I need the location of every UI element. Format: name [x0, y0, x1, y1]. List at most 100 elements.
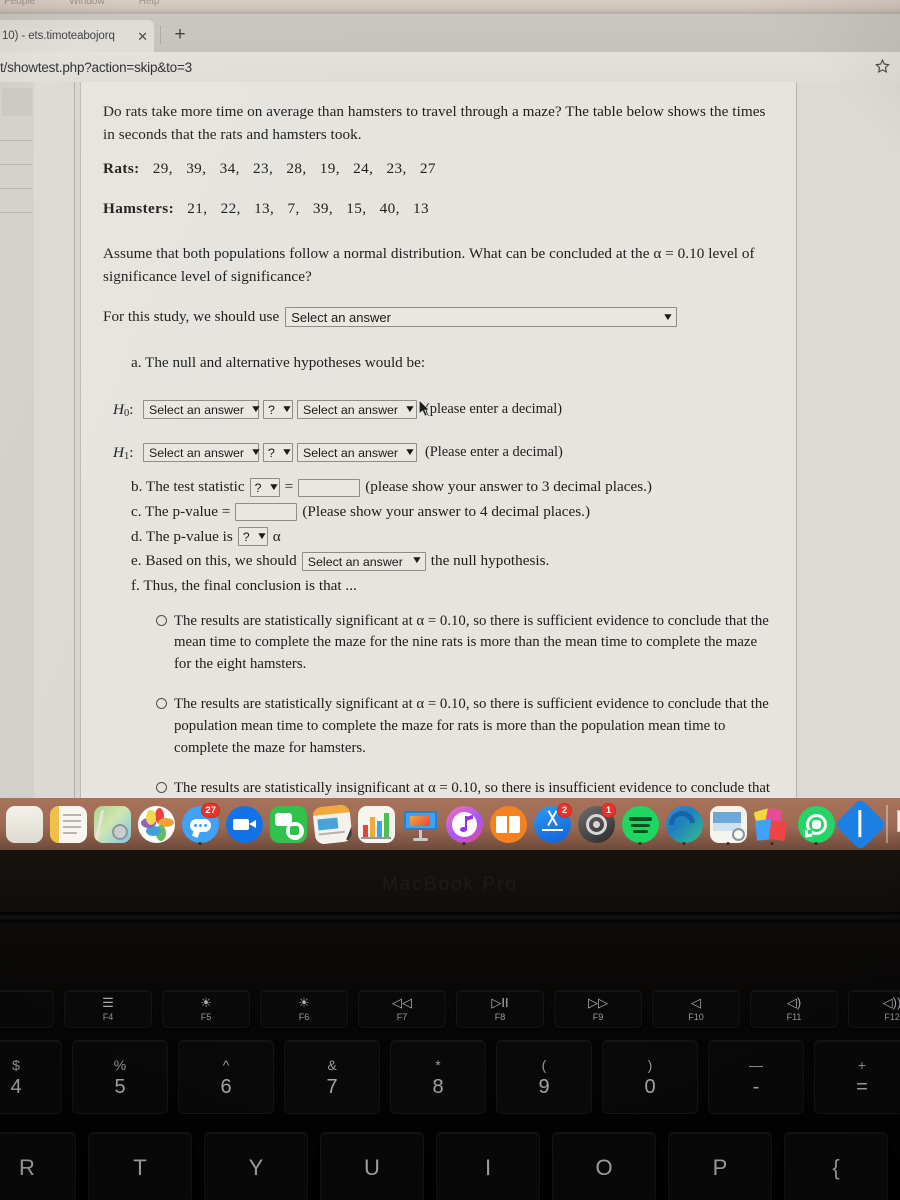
app-store-icon[interactable]: 2 [530, 802, 574, 846]
system-preferences-icon[interactable]: 1 [574, 802, 618, 846]
chevron-down-icon: ▼ [280, 447, 294, 459]
facetime-icon[interactable] [222, 802, 266, 846]
key-shift-label: * [435, 1056, 441, 1073]
laptop-hinge [0, 912, 900, 922]
dock-divider [886, 805, 888, 843]
part-f-line: f. Thus, the final conclusion is that ..… [131, 574, 774, 599]
spotify-icon[interactable] [618, 802, 662, 846]
key-label: F5 [200, 1012, 212, 1022]
h1-value-text: Select an answer [303, 445, 399, 460]
key-label: 9 [538, 1075, 550, 1098]
play-pause-key[interactable]: ▷II F8 [456, 990, 544, 1028]
maps-icon[interactable] [90, 802, 134, 846]
p-value-comparison-select[interactable]: ? ▼ [237, 527, 268, 547]
pages-icon[interactable] [310, 802, 354, 846]
p-value-input[interactable] [235, 503, 298, 522]
notes-icon[interactable] [46, 802, 90, 846]
photos-library-icon[interactable] [750, 802, 794, 846]
key-shift-label: + [857, 1056, 867, 1073]
h0-operator-value: ? [268, 402, 275, 417]
bluetooth-icon[interactable] [833, 797, 887, 851]
test-statistic-input[interactable] [298, 478, 361, 497]
function-key-row: ☰ F4 ☀ F5 ☀ F6 ◁◁ F7 ▷II F8 ▷▷ F9 ◁ F10 … [0, 990, 900, 1028]
h0-parameter-select[interactable]: Select an answer ▼ [143, 400, 263, 420]
itunes-icon[interactable] [442, 802, 486, 846]
rewind-icon: ◁◁ [392, 995, 412, 1010]
key-p[interactable]: P [668, 1132, 772, 1200]
key-0[interactable]: ) 0 [602, 1040, 698, 1114]
volume-up-key[interactable]: ◁)) F12 [848, 990, 900, 1028]
finder-icon[interactable] [2, 802, 46, 846]
h1-operator-select[interactable]: ? ▼ [263, 443, 294, 463]
key-4[interactable]: $ 4 [0, 1040, 62, 1114]
radio-button-icon[interactable] [156, 698, 167, 710]
part-d-prefix: d. The p-value is [131, 527, 233, 545]
h1-value-select[interactable]: Select an answer ▼ [297, 443, 417, 463]
key-5[interactable]: % 5 [72, 1040, 168, 1114]
chevron-down-icon: ▼ [280, 404, 294, 416]
key-shift-label: — [749, 1056, 763, 1073]
key-label: = [856, 1075, 868, 1098]
key-7[interactable]: & 7 [284, 1040, 380, 1114]
key-o[interactable]: O [552, 1132, 656, 1200]
books-icon[interactable] [486, 802, 530, 846]
key-label: F8 [494, 1012, 506, 1022]
macbook-pro-label: MacBook Pro [381, 874, 519, 895]
steps-group: b. The test statistic ? ▼ = (please show… [131, 475, 774, 598]
keyboard-brightness-up-key[interactable]: ☀ F6 [260, 990, 348, 1028]
fast-forward-icon: ▷▷ [588, 995, 608, 1010]
mute-icon: ◁ [691, 995, 701, 1010]
part-e-line: e. Based on this, we should Select an an… [131, 549, 774, 574]
h1-parameter-value: Select an answer [149, 445, 245, 460]
rewind-key[interactable]: ◁◁ F7 [358, 990, 446, 1028]
whatsapp-icon[interactable] [794, 802, 838, 846]
key-i[interactable]: I [436, 1132, 540, 1200]
photos-icon[interactable] [134, 802, 178, 846]
key-8[interactable]: * 8 [390, 1040, 486, 1114]
function-key-partial[interactable] [0, 990, 54, 1028]
key-y[interactable]: Y [204, 1132, 308, 1200]
launchpad-key[interactable]: ☰ F4 [64, 990, 152, 1028]
chevron-down-icon: ▼ [403, 447, 417, 459]
messages-icon[interactable]: 27 [178, 802, 222, 846]
conclusion-option[interactable]: The results are statistically significan… [156, 694, 774, 760]
microsoft-edge-icon[interactable] [662, 802, 706, 846]
fast-forward-key[interactable]: ▷▷ F9 [554, 990, 642, 1028]
decision-select[interactable]: Select an answer ▼ [301, 552, 426, 572]
key-label: T [133, 1155, 147, 1180]
conclusion-option[interactable]: The results are statistically significan… [156, 611, 774, 677]
part-b-prefix: b. The test statistic [131, 478, 245, 496]
mouse-cursor-icon [418, 399, 431, 417]
test-statistic-type-select[interactable]: ? ▼ [249, 478, 280, 498]
key-bracket-left[interactable]: { [784, 1132, 888, 1200]
null-hypothesis-row: H0: Select an answer ▼ ? ▼ Select an ans… [113, 400, 774, 420]
chevron-down-icon: ▼ [255, 530, 268, 542]
phone-icon[interactable] [266, 802, 310, 846]
chevron-down-icon: ▼ [249, 404, 263, 416]
key-r[interactable]: R [0, 1132, 76, 1200]
key-9[interactable]: ( 9 [496, 1040, 592, 1114]
mute-key[interactable]: ◁ F10 [652, 990, 740, 1028]
h0-operator-select[interactable]: ? ▼ [263, 400, 294, 420]
part-e-prefix: e. Based on this, we should [131, 552, 297, 570]
chevron-down-icon: ▼ [403, 404, 417, 416]
key-t[interactable]: T [88, 1132, 192, 1200]
radio-button-icon[interactable] [156, 781, 167, 793]
conclusion-option-label: The results are statistically significan… [174, 612, 769, 673]
h1-parameter-select[interactable]: Select an answer ▼ [143, 443, 262, 463]
key-equals[interactable]: + = [814, 1040, 900, 1114]
part-f-text: f. Thus, the final conclusion is that ..… [131, 576, 357, 594]
h0-value-select[interactable]: Select an answer ▼ [297, 400, 417, 420]
key-6[interactable]: ^ 6 [178, 1040, 274, 1114]
h0-parameter-value: Select an answer [149, 402, 245, 417]
keyboard-brightness-down-key[interactable]: ☀ F5 [162, 990, 250, 1028]
macos-dock: 27 2 1 [0, 797, 900, 851]
volume-down-key[interactable]: ◁) F11 [750, 990, 838, 1028]
documents-stack-icon[interactable] [892, 802, 900, 846]
preview-icon[interactable] [706, 802, 750, 846]
numbers-icon[interactable] [354, 802, 398, 846]
radio-button-icon[interactable] [156, 614, 167, 626]
keynote-icon[interactable] [398, 802, 442, 846]
key-minus[interactable]: — - [708, 1040, 804, 1114]
key-u[interactable]: U [320, 1132, 424, 1200]
